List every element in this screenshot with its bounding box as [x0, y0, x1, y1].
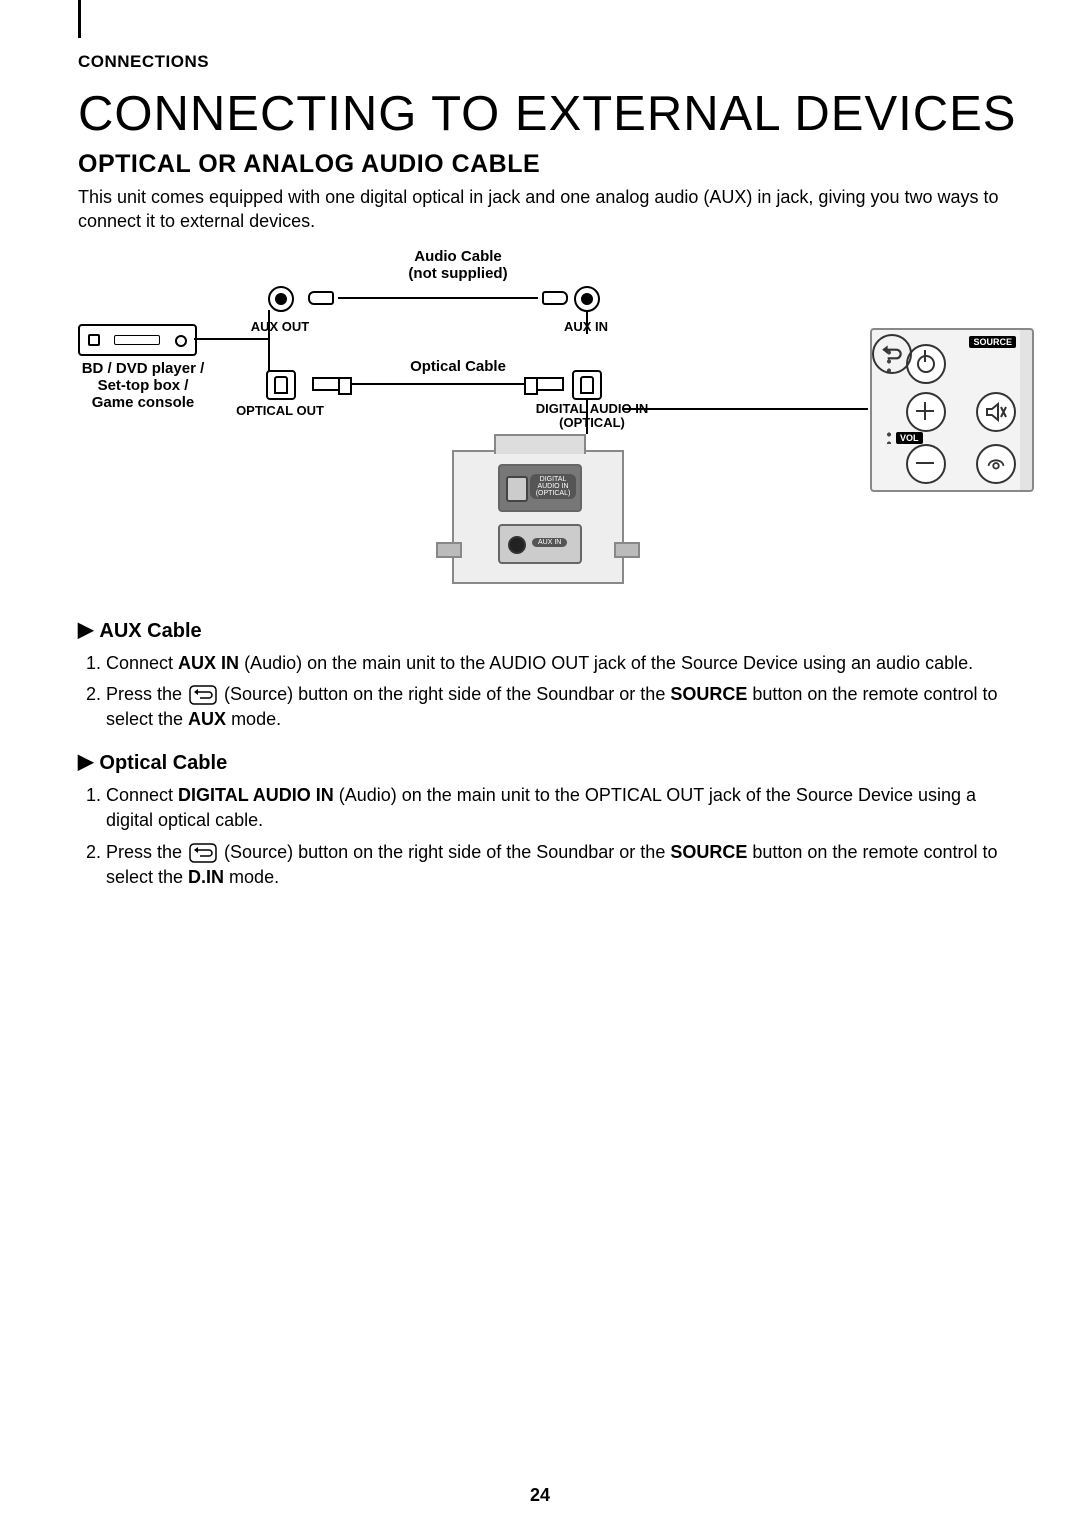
volume-down-button-icon — [906, 444, 946, 484]
optical-out-label: OPTICAL OUT — [234, 404, 326, 418]
digital-audio-in-port-icon — [572, 370, 602, 400]
audio-cable-label: Audio Cable (not supplied) — [378, 248, 538, 283]
volume-up-button-icon — [906, 392, 946, 432]
text: (OPTICAL) — [559, 415, 625, 430]
text: Press the — [106, 684, 187, 704]
text-bold: DIGITAL AUDIO IN — [178, 785, 334, 805]
aux-port-icon — [508, 536, 526, 554]
text: Press the — [106, 842, 187, 862]
text: mode. — [226, 709, 281, 729]
text-bold: AUX — [188, 709, 226, 729]
optical-step-1: Connect DIGITAL AUDIO IN (Audio) on the … — [106, 783, 1020, 833]
text-bold: SOURCE — [670, 842, 747, 862]
aux-in-panel: AUX IN — [498, 524, 582, 564]
text: Game console — [92, 394, 195, 411]
text: Audio Cable — [414, 248, 502, 265]
optical-port-icon — [506, 476, 528, 502]
triangle-bullet-icon: ▶ — [78, 749, 93, 774]
text: BD / DVD player / — [82, 360, 205, 377]
text: mode. — [224, 867, 279, 887]
aux-out-jack-icon — [268, 286, 294, 312]
text-bold: SOURCE — [670, 684, 747, 704]
aux-in-port-label: AUX IN — [532, 538, 567, 547]
source-device-icon — [78, 324, 197, 356]
manual-page: CONNECTIONS CONNECTING TO EXTERNAL DEVIC… — [0, 0, 1080, 1532]
optical-out-port-icon — [266, 370, 296, 400]
digital-audio-in-port-label: DIGITAL AUDIO IN (OPTICAL) — [530, 474, 576, 499]
leader-line — [622, 408, 868, 410]
text: not supplied) — [413, 265, 507, 282]
text: Connect — [106, 653, 178, 673]
source-icon-inline — [189, 685, 217, 705]
mute-button-icon — [976, 392, 1016, 432]
connection-diagram: Audio Cable (not supplied) AUX OUT AUX I… — [78, 250, 1038, 590]
optical-cable-heading: ▶ Optical Cable — [78, 750, 1020, 775]
triangle-bullet-icon: ▶ — [78, 617, 93, 642]
digital-audio-in-label: DIGITAL AUDIO IN (OPTICAL) — [522, 402, 662, 431]
text: (Audio) on the main unit to the AUDIO OU… — [239, 653, 973, 673]
text: (Source) button on the right side of the… — [219, 684, 670, 704]
source-arrow-icon — [879, 341, 905, 367]
page-subtitle: OPTICAL OR ANALOG AUDIO CABLE — [78, 150, 1020, 179]
page-title: CONNECTING TO EXTERNAL DEVICES — [78, 86, 1020, 142]
text-bold: AUX IN — [178, 653, 239, 673]
text: Set-top box / — [98, 377, 189, 394]
optical-cable-line — [346, 383, 530, 385]
optical-plug-right-icon — [534, 377, 564, 391]
leader-line — [194, 338, 270, 340]
aux-out-label: AUX OUT — [248, 320, 312, 334]
source-label-pill: SOURCE — [969, 336, 1016, 348]
optical-steps-list: Connect DIGITAL AUDIO IN (Audio) on the … — [78, 783, 1020, 890]
text-bold: D.IN — [188, 867, 224, 887]
optical-plug-left-icon — [312, 377, 342, 391]
soundbar-back-panel: DIGITAL AUDIO IN (OPTICAL) AUX IN — [452, 450, 624, 584]
audio-cable-plug-left-icon — [308, 291, 334, 305]
text: (Source) button on the right side of the… — [219, 842, 670, 862]
section-label: CONNECTIONS — [78, 52, 1020, 72]
intro-text: This unit comes equipped with one digita… — [78, 185, 1020, 234]
aux-step-2: Press the (Source) button on the right s… — [106, 682, 1020, 732]
optical-cable-label: Optical Cable — [388, 358, 528, 375]
vol-label-pill: VOL — [896, 432, 923, 444]
aux-step-1: Connect AUX IN (Audio) on the main unit … — [106, 651, 1020, 676]
power-button-icon — [906, 344, 946, 384]
soundbar-side-panel: SOURCE VOL — [870, 328, 1034, 492]
aux-cable-heading: ▶ AUX Cable — [78, 618, 1020, 643]
leader-line — [586, 310, 588, 334]
source-device-label: BD / DVD player / Set-top box / Game con… — [68, 360, 218, 412]
heading-text: AUX Cable — [99, 620, 201, 642]
text: Connect — [106, 785, 178, 805]
leader-line — [586, 398, 588, 434]
digital-audio-in-panel: DIGITAL AUDIO IN (OPTICAL) — [498, 464, 582, 512]
pair-button-icon — [976, 444, 1016, 484]
aux-steps-list: Connect AUX IN (Audio) on the main unit … — [78, 651, 1020, 733]
page-number: 24 — [0, 1485, 1080, 1506]
audio-cable-plug-right-icon — [542, 291, 568, 305]
heading-text: Optical Cable — [99, 752, 227, 774]
source-icon-inline — [189, 843, 217, 863]
audio-cable-line — [338, 297, 538, 299]
aux-in-jack-icon — [574, 286, 600, 312]
decorative-rule — [78, 0, 81, 38]
optical-step-2: Press the (Source) button on the right s… — [106, 840, 1020, 890]
